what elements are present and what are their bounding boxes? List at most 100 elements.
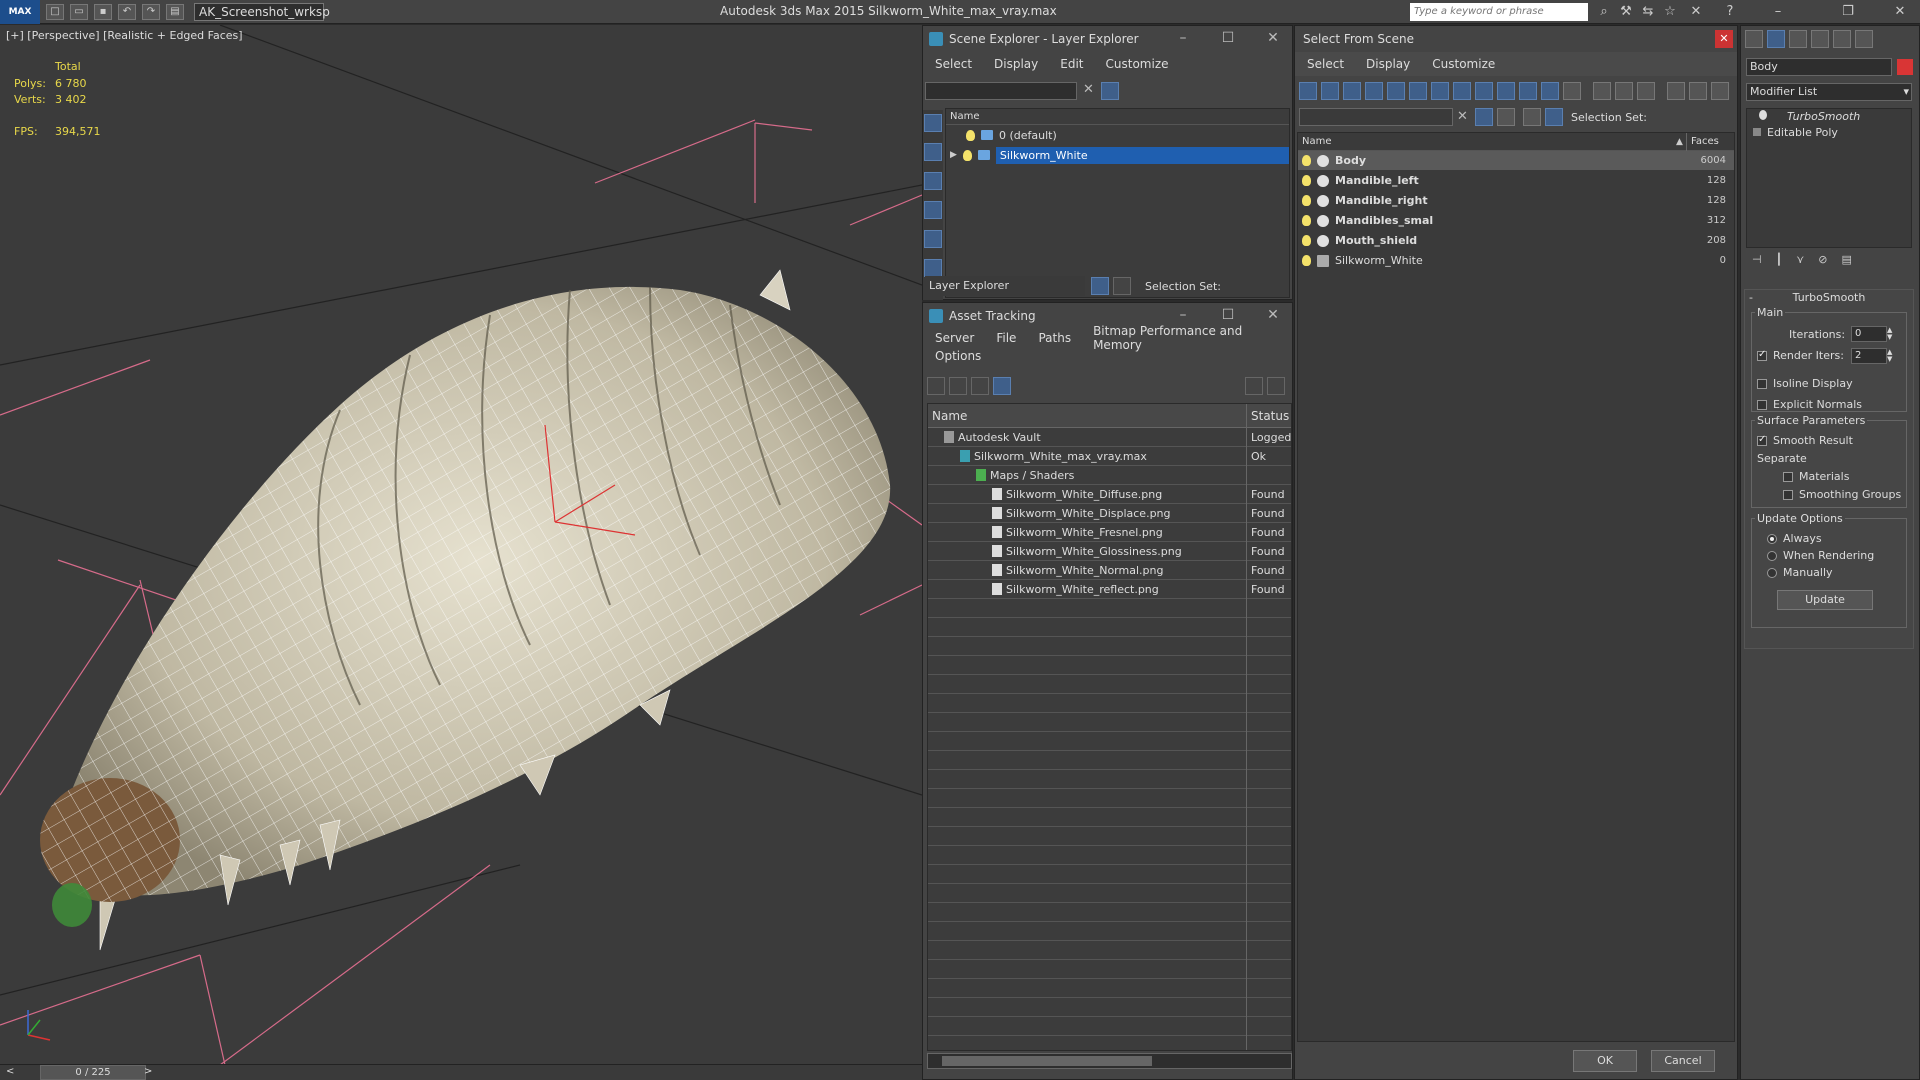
render-iters-spinner[interactable]: 2 <box>1851 348 1887 364</box>
light-bulb-icon[interactable] <box>1302 235 1311 246</box>
filter-icon[interactable] <box>1101 82 1119 100</box>
object-row[interactable]: Silkworm_White 0 <box>1298 251 1734 271</box>
layers-icon[interactable] <box>1523 108 1541 126</box>
asset-row[interactable]: Silkworm_White_Normal.png Found <box>928 560 1291 580</box>
restore-window-icon[interactable]: ❐ <box>1840 4 1856 20</box>
close-icon[interactable]: ✕ <box>1715 30 1733 48</box>
hierarchy-tab-icon[interactable] <box>1789 30 1807 48</box>
open-file-icon[interactable]: ▭ <box>70 3 88 20</box>
stack-item-turbosmooth[interactable]: TurboSmooth <box>1747 109 1911 125</box>
keyword-search-input[interactable]: Type a keyword or phrase <box>1410 3 1588 21</box>
iterations-spinner[interactable]: 0 <box>1851 326 1887 342</box>
app-logo-icon[interactable]: MAX <box>0 0 40 24</box>
maximize-icon[interactable]: ☐ <box>1218 30 1238 46</box>
menu-server[interactable]: Server <box>935 331 974 345</box>
column-header-status[interactable]: Status <box>1246 404 1289 428</box>
explicit-normals-row[interactable]: Explicit Normals <box>1757 398 1862 411</box>
sfs-search-input[interactable] <box>1299 108 1453 126</box>
asset-row[interactable]: Silkworm_White_Diffuse.png Found <box>928 484 1291 504</box>
clear-search-icon[interactable]: ✕ <box>1457 109 1468 124</box>
close-icon[interactable]: ✕ <box>1263 30 1283 46</box>
menu-edit[interactable]: Edit <box>1060 57 1083 71</box>
always-row[interactable]: Always <box>1767 532 1822 545</box>
utilities-tab-icon[interactable] <box>1855 30 1873 48</box>
menu-paths[interactable]: Paths <box>1038 331 1071 345</box>
collapse-rollout-icon[interactable]: - <box>1749 290 1753 306</box>
list-view-icon[interactable] <box>949 377 967 395</box>
stack-item-editable-poly[interactable]: Editable Poly <box>1747 125 1911 141</box>
display-helpers-icon[interactable] <box>1387 82 1405 100</box>
display-containers-icon[interactable] <box>1497 82 1515 100</box>
display-shapes-icon[interactable] <box>1321 82 1339 100</box>
expand-box-icon[interactable] <box>1753 128 1761 136</box>
new-file-icon[interactable]: □ <box>46 3 64 20</box>
maximize-icon[interactable]: ☐ <box>1218 307 1238 323</box>
display-all-icon[interactable] <box>1563 82 1581 100</box>
display-tab-icon[interactable] <box>1833 30 1851 48</box>
asset-tracking-titlebar[interactable]: Asset Tracking – ☐ ✕ <box>923 303 1292 329</box>
asset-row[interactable]: Autodesk Vault Logged <box>928 427 1291 447</box>
light-bulb-icon[interactable] <box>1302 255 1311 266</box>
object-color-swatch[interactable] <box>1897 59 1913 75</box>
time-slider-frame[interactable]: 0 / 225 <box>40 1065 146 1080</box>
manually-row[interactable]: Manually <box>1767 566 1833 579</box>
ok-button[interactable]: OK <box>1573 1050 1637 1072</box>
asset-row[interactable]: Silkworm_White_reflect.png Found <box>928 579 1291 599</box>
close-window-icon[interactable]: ✕ <box>1892 4 1908 20</box>
column-header-name[interactable]: Name <box>1302 136 1332 147</box>
object-name-input[interactable]: Body <box>1746 58 1892 76</box>
thumbnail-view-icon[interactable] <box>971 377 989 395</box>
configure-modifier-sets-icon[interactable]: ▤ <box>1842 253 1852 266</box>
display-cameras-icon[interactable] <box>1365 82 1383 100</box>
display-xrefs-icon[interactable] <box>1453 82 1471 100</box>
display-groups-icon[interactable] <box>1431 82 1449 100</box>
menu-display[interactable]: Display <box>1366 57 1410 71</box>
pin-stack-icon[interactable]: ⊣ <box>1752 253 1762 266</box>
light-bulb-icon[interactable] <box>1302 155 1311 166</box>
collapse-icon[interactable] <box>1711 82 1729 100</box>
find-case-icon[interactable] <box>1475 108 1493 126</box>
sort-ascending-icon[interactable]: ▲ <box>1676 133 1683 151</box>
object-row[interactable]: Mouth_shield 208 <box>1298 231 1734 251</box>
display-lights-icon[interactable] <box>924 201 942 219</box>
light-bulb-icon[interactable] <box>966 129 975 141</box>
smooth-result-checkbox[interactable] <box>1757 434 1767 446</box>
time-slider[interactable]: < 0 / 225 > <box>0 1064 922 1080</box>
modifier-list-dropdown[interactable]: Modifier List ▾ <box>1746 83 1912 101</box>
display-hidden-icon[interactable] <box>1541 82 1559 100</box>
hierarchy-icon[interactable] <box>1545 108 1563 126</box>
display-spacewarps-icon[interactable] <box>1409 82 1427 100</box>
manually-radio[interactable] <box>1767 568 1777 578</box>
layer-row-silkworm[interactable]: ▶ Silkworm_White <box>946 145 1289 165</box>
render-iters-row[interactable]: Render Iters: <box>1757 349 1844 362</box>
time-prev-button[interactable]: < <box>6 1066 14 1077</box>
asset-row[interactable]: Silkworm_White_Displace.png Found <box>928 503 1291 523</box>
display-geometry-icon[interactable] <box>1299 82 1317 100</box>
communication-icon[interactable]: ⇆ <box>1640 4 1656 20</box>
display-geometry-icon[interactable] <box>924 143 942 161</box>
smoothing-groups-row[interactable]: Smoothing Groups <box>1783 488 1901 501</box>
light-bulb-icon[interactable] <box>1759 110 1767 120</box>
smooth-result-row[interactable]: Smooth Result <box>1757 434 1853 447</box>
column-header-name[interactable]: Name <box>932 409 967 423</box>
motion-tab-icon[interactable] <box>1811 30 1829 48</box>
layer-row-default[interactable]: 0 (default) <box>946 125 1289 145</box>
help-icon[interactable]: ? <box>1722 4 1738 20</box>
help-icon[interactable] <box>1245 377 1263 395</box>
rollout-header[interactable]: - TurboSmooth <box>1745 290 1913 306</box>
favorites-star-icon[interactable]: ☆ <box>1662 4 1678 20</box>
menu-customize[interactable]: Customize <box>1106 57 1169 71</box>
light-bulb-icon[interactable] <box>1302 195 1311 206</box>
select-all-icon[interactable] <box>1593 82 1611 100</box>
create-tab-icon[interactable] <box>1745 30 1763 48</box>
time-next-button[interactable]: > <box>144 1066 152 1077</box>
menu-select[interactable]: Select <box>1307 57 1344 71</box>
layer-mode-icon[interactable] <box>1091 277 1109 295</box>
make-unique-icon[interactable]: ⋎ <box>1796 253 1804 266</box>
menu-options[interactable]: Options <box>935 349 981 363</box>
show-end-result-icon[interactable]: ┃ <box>1776 253 1783 266</box>
select-none-icon[interactable] <box>1615 82 1633 100</box>
object-row[interactable]: Mandible_right 128 <box>1298 191 1734 211</box>
undo-icon[interactable]: ↶ <box>118 3 136 20</box>
minimize-icon[interactable]: – <box>1173 307 1193 323</box>
